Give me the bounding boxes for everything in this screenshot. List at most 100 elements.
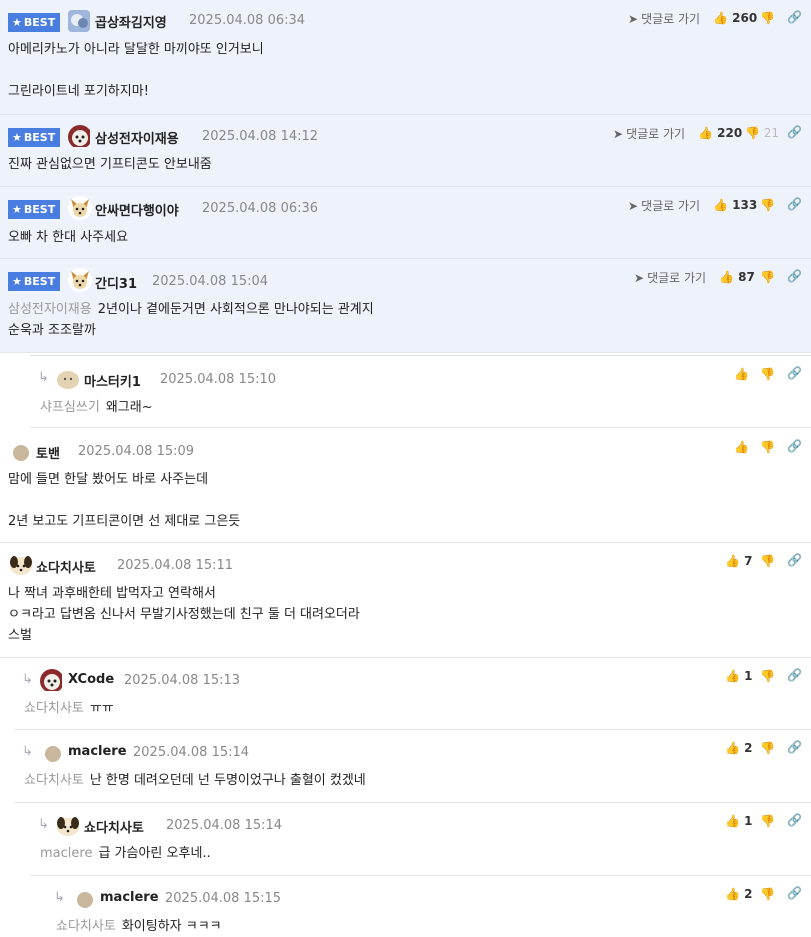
link-icon[interactable]: 🔗	[787, 125, 802, 139]
link-icon[interactable]: 🔗	[787, 813, 802, 827]
link-icon[interactable]: 🔗	[787, 269, 802, 283]
thumbs-up-icon: 👍	[713, 198, 728, 212]
comment: 쇼다치사토 2025.04.08 15:11 👍 7 👎 🔗 나 짝녀 과후배한…	[0, 543, 811, 658]
comment-nickname[interactable]: maclere	[68, 744, 127, 759]
downvote-button[interactable]: 👎	[760, 11, 775, 25]
link-icon[interactable]: 🔗	[787, 197, 802, 211]
comment-nickname[interactable]: 토밴	[36, 443, 60, 462]
downvote-button[interactable]: 👎	[760, 367, 775, 381]
avatar[interactable]	[56, 367, 80, 391]
avatar[interactable]	[68, 268, 92, 292]
avatar[interactable]	[68, 196, 92, 220]
downvote-button[interactable]: 👎	[760, 554, 775, 568]
link-icon[interactable]: 🔗	[787, 10, 802, 24]
link-icon[interactable]: 🔗	[787, 553, 802, 567]
send-icon: ➤	[628, 199, 639, 213]
upvote-button[interactable]: 👍 133	[713, 198, 757, 212]
send-icon: ➤	[634, 271, 645, 285]
comment-nickname[interactable]: 안싸면다행이야	[95, 200, 179, 219]
comment-nickname[interactable]: 삼성전자이재용	[95, 128, 179, 147]
best-badge: ★ BEST	[8, 13, 61, 32]
reply-target[interactable]: 쇼다치사토	[24, 773, 84, 788]
comment-body: maclere 급 가슴아린 오후네..	[40, 846, 211, 861]
reply-arrow-icon: ↳	[22, 672, 33, 687]
link-icon[interactable]: 🔗	[787, 886, 802, 900]
avatar[interactable]	[68, 125, 90, 147]
comment-nickname[interactable]: 마스터키1	[84, 371, 141, 390]
reply-target[interactable]: 쇼다치사토	[24, 701, 84, 716]
reply-target[interactable]: 쇼다치사토	[56, 919, 116, 934]
upvote-button[interactable]: 👍 7	[725, 554, 753, 568]
comment-time: 2025.04.08 15:10	[160, 372, 277, 387]
link-icon[interactable]: 🔗	[787, 439, 802, 453]
upvote-button[interactable]: 👍	[734, 440, 749, 454]
comment-nickname[interactable]: 쇼다치사토	[36, 557, 96, 576]
comment-nickname[interactable]: 간디31	[95, 273, 137, 292]
avatar[interactable]	[68, 10, 90, 32]
reply-comment: ↳ maclere 2025.04.08 15:14 👍 2 👎 🔗 쇼다치사토…	[14, 730, 811, 803]
avatar[interactable]	[45, 746, 61, 762]
thumbs-up-icon: 👍	[698, 126, 713, 140]
downvote-button[interactable]: 👎	[760, 887, 775, 901]
goto-comment-link[interactable]: ➤ 댓글로 가기	[634, 269, 706, 286]
thumbs-down-icon: 👎	[760, 814, 775, 828]
comment-body: 진짜 관심없으면 기프티콘도 안보내줌	[8, 157, 212, 172]
reply-arrow-icon: ↳	[38, 370, 49, 385]
downvote-button[interactable]: 👎	[760, 669, 775, 683]
comment-nickname[interactable]: 쇼다치사토	[84, 817, 144, 836]
goto-comment-link[interactable]: ➤ 댓글로 가기	[628, 10, 700, 27]
comment-time: 2025.04.08 15:15	[165, 891, 282, 906]
downvote-button[interactable]: 👎 21	[745, 126, 779, 140]
reply-arrow-icon: ↳	[38, 817, 49, 832]
upvote-button[interactable]: 👍 2	[725, 741, 753, 755]
comment-best-3: ★ BEST 안싸면다행이야 2025.04.08 06:36 ➤ 댓글로 가기 👍…	[0, 187, 811, 259]
goto-comment-link[interactable]: ➤ 댓글로 가기	[628, 197, 700, 214]
downvote-button[interactable]: 👎	[760, 741, 775, 755]
thumbs-down-icon: 👎	[760, 741, 775, 755]
link-icon[interactable]: 🔗	[787, 668, 802, 682]
comment-nickname[interactable]: maclere	[100, 890, 159, 905]
comment-body: 아메리카노가 아니라 달달한 마끼야또 인거보니 그린라이트네 포기하지마!	[8, 42, 264, 99]
comment-body: 오빠 차 한대 사주세요	[8, 230, 129, 245]
avatar[interactable]	[13, 445, 29, 461]
avatar[interactable]	[40, 669, 62, 691]
upvote-button[interactable]: 👍 87	[719, 270, 755, 284]
reply-target[interactable]: maclere	[40, 846, 92, 861]
upvote-button[interactable]: 👍 1	[725, 814, 753, 828]
downvote-button[interactable]: 👎	[760, 814, 775, 828]
thumbs-up-icon: 👍	[713, 11, 728, 25]
comment-time: 2025.04.08 15:14	[166, 818, 283, 833]
thumbs-up-icon: 👍	[725, 554, 740, 568]
star-icon: ★	[12, 131, 22, 144]
comment-nickname[interactable]: 곱상좌김지영	[95, 12, 167, 31]
upvote-button[interactable]: 👍 260	[713, 11, 757, 25]
thumbs-up-icon: 👍	[734, 367, 749, 381]
link-icon[interactable]: 🔗	[787, 366, 802, 380]
thumbs-down-icon: 👎	[760, 198, 775, 212]
upvote-button[interactable]: 👍	[734, 367, 749, 381]
upvote-button[interactable]: 👍 1	[725, 669, 753, 683]
downvote-button[interactable]: 👎	[760, 440, 775, 454]
comment-best-4: ★ BEST 간디31 2025.04.08 15:04 ➤ 댓글로 가기 👍 87…	[0, 259, 811, 353]
upvote-button[interactable]: 👍 2	[725, 887, 753, 901]
thumbs-down-icon: 👎	[760, 367, 775, 381]
thumbs-up-icon: 👍	[725, 669, 740, 683]
comment-body: 샤프심쓰기 왜그래~	[40, 400, 153, 415]
star-icon: ★	[12, 16, 22, 29]
reply-comment: ↳ maclere 2025.04.08 15:15 👍 2 👎 🔗 쇼다치사토…	[46, 876, 811, 936]
thumbs-down-icon: 👎	[760, 887, 775, 901]
downvote-button[interactable]: 👎	[760, 198, 775, 212]
avatar[interactable]	[9, 553, 33, 577]
reply-target[interactable]: 삼성전자이재용	[8, 302, 92, 317]
comment-nickname[interactable]: XCode	[68, 672, 114, 687]
comment-time: 2025.04.08 15:09	[78, 444, 195, 459]
avatar[interactable]	[56, 814, 80, 838]
comment: 토밴 2025.04.08 15:09 👍 👎 🔗 맘에 들면 한달 봤어도 바…	[0, 429, 811, 543]
link-icon[interactable]: 🔗	[787, 740, 802, 754]
upvote-button[interactable]: 👍 220	[698, 126, 742, 140]
thumbs-up-icon: 👍	[725, 887, 740, 901]
goto-comment-link[interactable]: ➤ 댓글로 가기	[613, 125, 685, 142]
downvote-button[interactable]: 👎	[760, 270, 775, 284]
avatar[interactable]	[77, 892, 93, 908]
reply-target[interactable]: 샤프심쓰기	[40, 400, 100, 415]
